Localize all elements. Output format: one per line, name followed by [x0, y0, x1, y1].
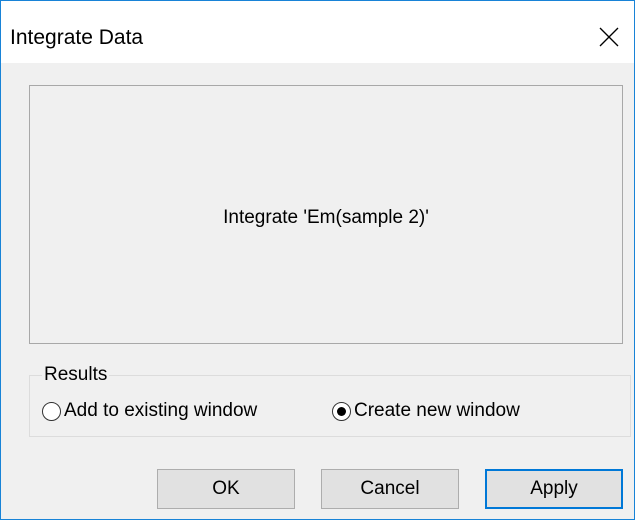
radio-label: Add to existing window — [64, 400, 258, 421]
preview-text: Integrate 'Em(sample 2)' — [223, 207, 429, 228]
add-to-existing-window-radio[interactable]: Add to existing window — [42, 399, 257, 423]
preview-panel: Integrate 'Em(sample 2)' — [29, 85, 623, 344]
apply-button[interactable]: Apply — [485, 469, 623, 509]
radio-selected-dot — [337, 406, 346, 416]
radio-label: Create new window — [354, 400, 520, 421]
dialog-title: Integrate Data — [10, 26, 144, 49]
radio-button-checked[interactable] — [332, 401, 351, 421]
close-icon — [599, 27, 619, 52]
close-button[interactable] — [589, 19, 629, 59]
ok-button[interactable]: OK — [157, 469, 295, 509]
cancel-button[interactable]: Cancel — [321, 469, 459, 509]
integrate-data-dialog: Integrate Data Integrate 'Em(sample 2)' … — [0, 0, 635, 520]
radio-button-unchecked[interactable] — [42, 401, 61, 421]
results-group-label: Results — [42, 364, 110, 386]
title-bar: Integrate Data — [1, 1, 634, 63]
create-new-window-radio[interactable]: Create new window — [332, 399, 520, 423]
